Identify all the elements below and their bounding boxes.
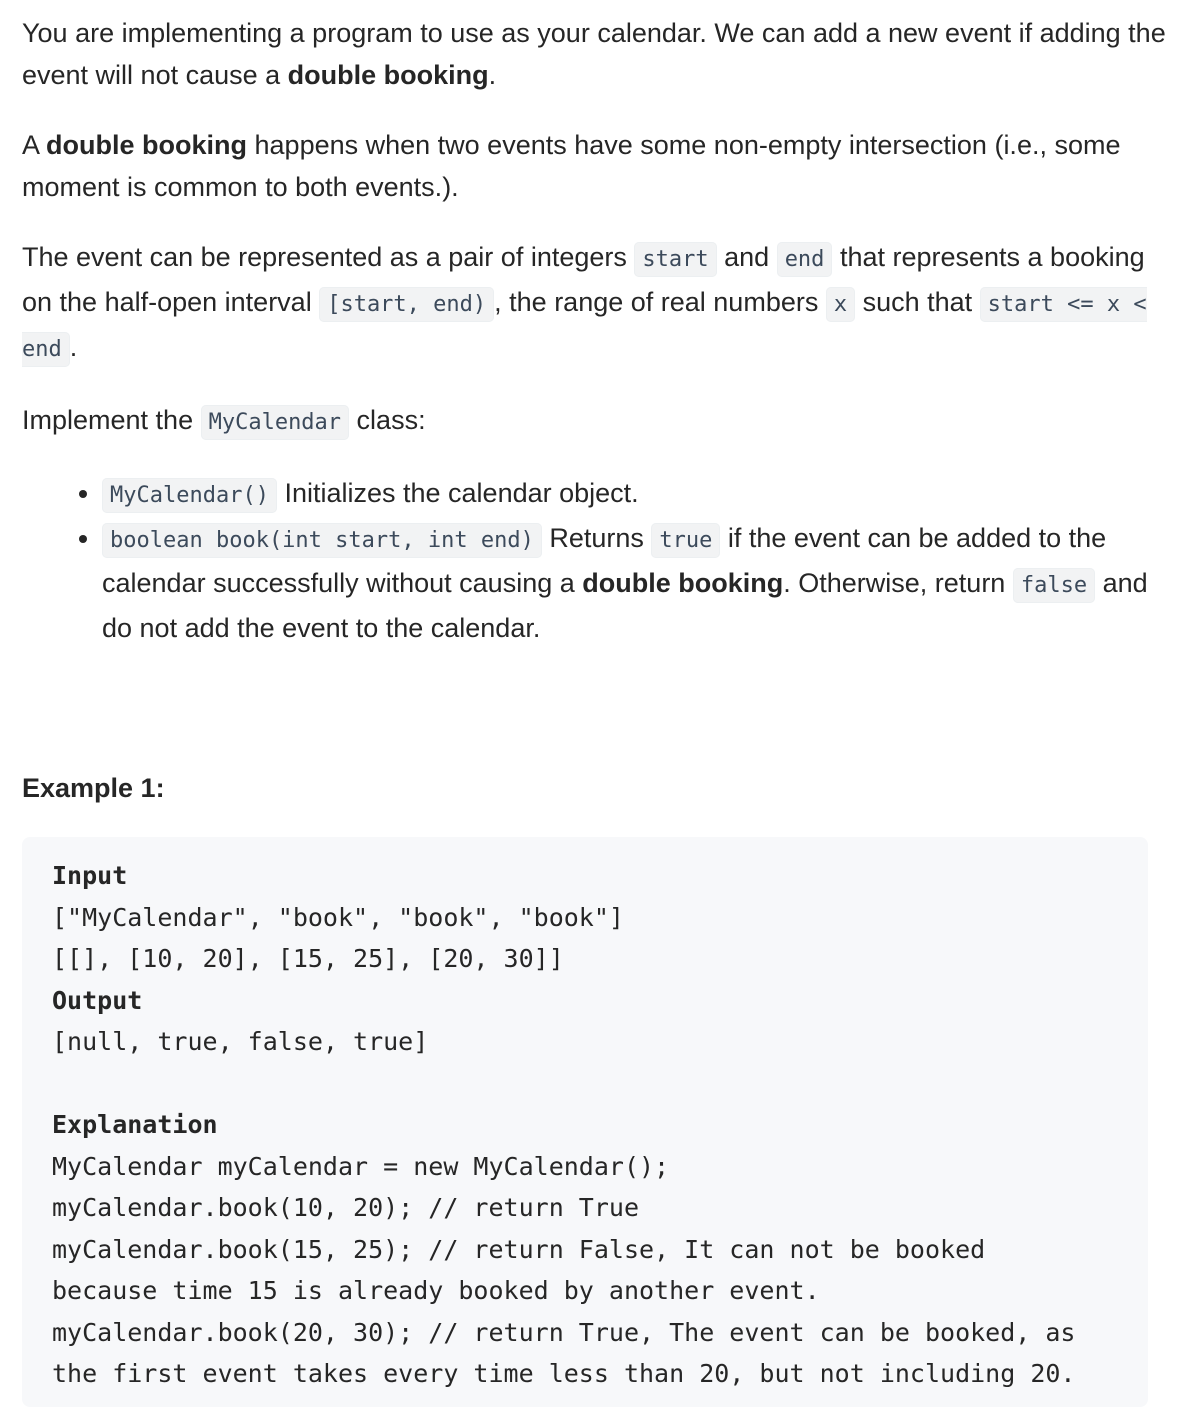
double-booking-term: double booking: [46, 130, 248, 160]
code-x: x: [825, 287, 856, 322]
code-book-signature: boolean book(int start, int end): [102, 523, 542, 558]
input-line: ["MyCalendar", "book", "book", "book"]: [52, 902, 624, 932]
example-heading: Example 1:: [22, 773, 165, 803]
code-constructor: MyCalendar(): [102, 478, 277, 513]
explanation-line: myCalendar.book(20, 30); // return True,…: [52, 1317, 1076, 1347]
output-label: Output: [52, 985, 143, 1015]
explanation-line: MyCalendar myCalendar = new MyCalendar()…: [52, 1151, 670, 1181]
output-line: [null, true, false, true]: [52, 1027, 429, 1056]
explanation-line: because time 15 is already booked by ano…: [52, 1276, 820, 1305]
example-code-block: Input ["MyCalendar", "book", "book", "boo…: [22, 837, 1148, 1407]
problem-description: You are implementing a program to use as…: [0, 0, 1190, 1407]
explanation-line: the first event takes every time less th…: [52, 1359, 1076, 1388]
explanation-label: Explanation: [52, 1110, 218, 1139]
event-representation-paragraph: The event can be represented as a pair o…: [22, 236, 1168, 371]
input-label: Input: [52, 861, 128, 890]
list-item: MyCalendar() Initializes the calendar ob…: [102, 472, 1168, 517]
intro-paragraph: You are implementing a program to use as…: [22, 18, 1166, 90]
code-class-name: MyCalendar: [200, 405, 350, 440]
implement-paragraph: Implement the MyCalendar class:: [22, 399, 1168, 444]
explanation-line: myCalendar.book(15, 25); // return False…: [52, 1234, 986, 1264]
double-booking-definition: A double booking happens when two events…: [22, 130, 1121, 202]
double-booking-term: double booking: [287, 60, 489, 90]
explanation-line: myCalendar.book(10, 20); // return True: [52, 1193, 639, 1222]
input-line: [[], [10, 20], [15, 25], [20, 30]]: [52, 944, 564, 973]
double-booking-term: double booking: [582, 568, 784, 598]
code-false: false: [1012, 568, 1096, 603]
code-end: end: [776, 242, 833, 277]
code-interval: [start, end): [319, 287, 495, 322]
list-item: boolean book(int start, int end) Returns…: [102, 517, 1168, 649]
code-start: start: [634, 242, 717, 277]
method-list: MyCalendar() Initializes the calendar ob…: [22, 472, 1168, 649]
code-true: true: [651, 523, 721, 558]
